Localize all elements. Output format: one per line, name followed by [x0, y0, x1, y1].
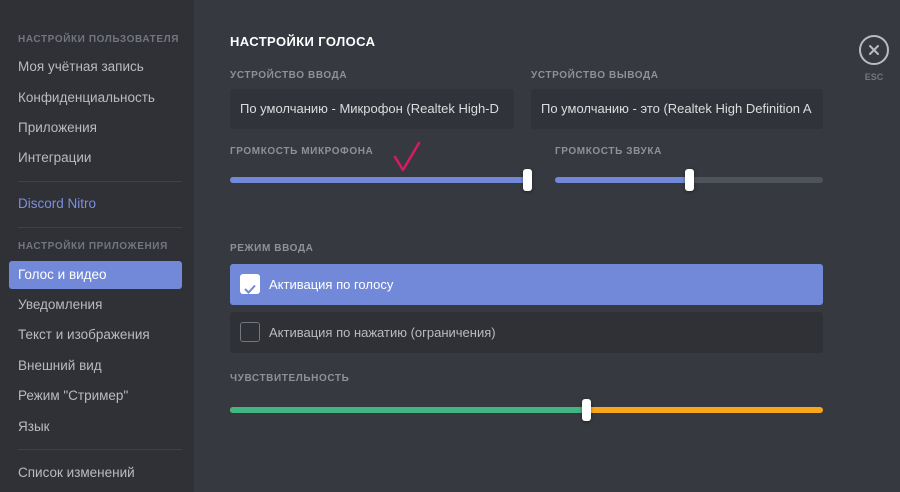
settings-sidebar: Настройки пользователя Моя учётная запис… [0, 0, 194, 492]
user-settings-header: Настройки пользователя [18, 34, 180, 45]
sidebar-item-integrations[interactable]: Интеграции [9, 144, 182, 172]
input-volume-fill [230, 177, 532, 183]
sensitivity-slider[interactable] [230, 399, 823, 421]
sidebar-item-my-account[interactable]: Моя учётная запись [9, 53, 182, 81]
push-to-talk-label: Активация по нажатию (ограничения) [269, 325, 496, 340]
app-settings-header: Настройки приложения [18, 241, 168, 252]
output-volume-fill [555, 177, 689, 183]
voice-activity-option[interactable]: Активация по голосу [230, 264, 823, 305]
esc-label: ESC [864, 72, 884, 82]
input-device-select[interactable]: По умолчанию - Микрофон (Realtek High-D [230, 89, 514, 129]
input-volume-slider[interactable] [230, 169, 532, 191]
sidebar-item-appearance[interactable]: Внешний вид [9, 352, 182, 380]
input-device-label: Устройство ввода [230, 70, 348, 81]
voice-activity-label: Активация по голосу [269, 277, 394, 292]
sidebar-item-changelog[interactable]: Список изменений [9, 459, 182, 487]
checkmark-annotation-icon [393, 141, 421, 172]
sidebar-item-language[interactable]: Язык [9, 413, 182, 441]
output-volume-label: Громкость звука [555, 146, 662, 157]
sidebar-divider [18, 449, 182, 450]
sidebar-item-notifications[interactable]: Уведомления [9, 291, 182, 319]
page-title: Настройки голоса [230, 34, 376, 49]
sidebar-item-privacy[interactable]: Конфиденциальность [9, 84, 182, 112]
close-button[interactable] [859, 35, 889, 65]
sensitivity-label: Чувствительность [230, 373, 350, 384]
sidebar-item-voice-video[interactable]: Голос и видео [9, 261, 182, 289]
sensitivity-handle[interactable] [581, 399, 591, 421]
output-device-label: Устройство вывода [531, 70, 659, 81]
sidebar-divider [18, 181, 182, 182]
sidebar-item-text-images[interactable]: Текст и изображения [9, 321, 182, 349]
sensitivity-active-fill [230, 407, 586, 413]
sidebar-item-streamer-mode[interactable]: Режим "Стример" [9, 382, 182, 410]
check-icon [244, 284, 256, 294]
output-volume-handle[interactable] [685, 169, 694, 191]
sidebar-item-nitro[interactable]: Discord Nitro [9, 190, 182, 218]
input-mode-label: Режим ввода [230, 243, 314, 254]
output-device-select[interactable]: По умолчанию - это (Realtek High Definit… [531, 89, 823, 129]
input-volume-label: Громкость микрофона [230, 146, 374, 157]
output-volume-slider[interactable] [555, 169, 823, 191]
checkbox-unchecked[interactable] [240, 322, 260, 342]
close-icon [869, 45, 879, 55]
push-to-talk-option[interactable]: Активация по нажатию (ограничения) [230, 312, 823, 353]
sidebar-item-apps[interactable]: Приложения [9, 114, 182, 142]
checkbox-checked[interactable] [240, 274, 260, 294]
input-volume-handle[interactable] [523, 169, 532, 191]
sidebar-divider [18, 227, 182, 228]
